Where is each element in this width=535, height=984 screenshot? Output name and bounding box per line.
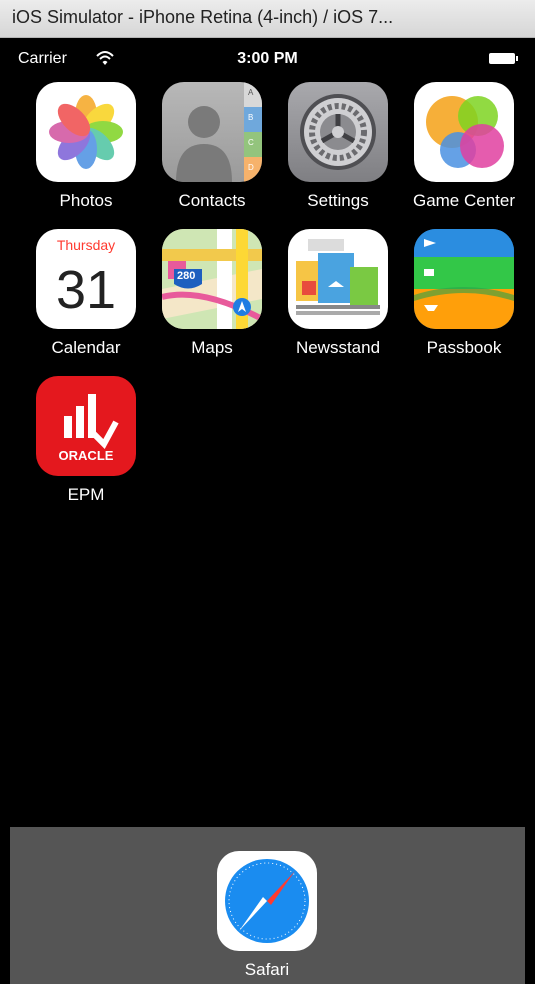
oracle-brand-text: ORACLE: [58, 448, 114, 463]
maps-route-label: 280: [177, 270, 196, 282]
contacts-tab-d: D: [248, 163, 254, 172]
contacts-icon: A B C D: [162, 82, 262, 182]
status-time: 3:00 PM: [237, 50, 298, 67]
app-label: Newsstand: [295, 338, 381, 357]
app-calendar[interactable]: Thursday 31 Calendar: [27, 229, 145, 358]
app-label: EPM: [67, 485, 105, 504]
battery-icon: [489, 53, 518, 64]
passbook-icon: [414, 229, 514, 329]
app-settings[interactable]: Settings: [279, 82, 397, 211]
app-newsstand[interactable]: Newsstand: [279, 229, 397, 358]
calendar-weekday: Thursday: [56, 237, 116, 253]
app-game-center[interactable]: Game Center: [405, 82, 523, 211]
app-label: Photos: [59, 191, 113, 210]
status-bar: Carrier 3:00 PM: [10, 40, 525, 76]
app-label: Contacts: [178, 191, 246, 210]
contacts-tab-c: C: [248, 138, 254, 147]
app-label: Game Center: [412, 191, 516, 210]
app-passbook[interactable]: Passbook: [405, 229, 523, 358]
app-epm[interactable]: ORACLE EPM: [27, 376, 145, 505]
simulator-window: iOS Simulator - iPhone Retina (4-inch) /…: [0, 0, 535, 984]
contacts-tab-b: B: [248, 113, 254, 122]
safari-compass-icon: [217, 851, 317, 951]
app-label: Passbook: [426, 338, 502, 357]
app-label: Maps: [191, 338, 233, 357]
app-maps[interactable]: 280 Maps: [153, 229, 271, 358]
app-contacts[interactable]: A B C D Contacts: [153, 82, 271, 211]
calendar-day: 31: [55, 260, 117, 320]
app-label: Safari: [244, 960, 290, 979]
newsstand-icon: [288, 229, 388, 329]
settings-gear-icon: [288, 82, 388, 182]
app-photos[interactable]: Photos: [27, 82, 145, 211]
iphone-screen: Carrier 3:00 PM Photos A B C D Contacts …: [10, 40, 525, 984]
app-label: Settings: [307, 191, 369, 210]
game-center-bubbles-icon: [414, 82, 514, 182]
window-title: iOS Simulator - iPhone Retina (4-inch) /…: [12, 7, 394, 27]
maps-icon: 280: [162, 229, 262, 329]
photos-icon: [36, 82, 136, 182]
oracle-epm-icon: ORACLE: [36, 376, 136, 476]
app-label: Calendar: [51, 338, 121, 357]
calendar-icon: Thursday 31: [36, 229, 136, 329]
app-safari[interactable]: Safari: [208, 851, 326, 980]
contacts-tab-a: A: [248, 88, 254, 97]
dock: Safari: [10, 827, 525, 984]
window-titlebar[interactable]: iOS Simulator - iPhone Retina (4-inch) /…: [0, 0, 535, 38]
